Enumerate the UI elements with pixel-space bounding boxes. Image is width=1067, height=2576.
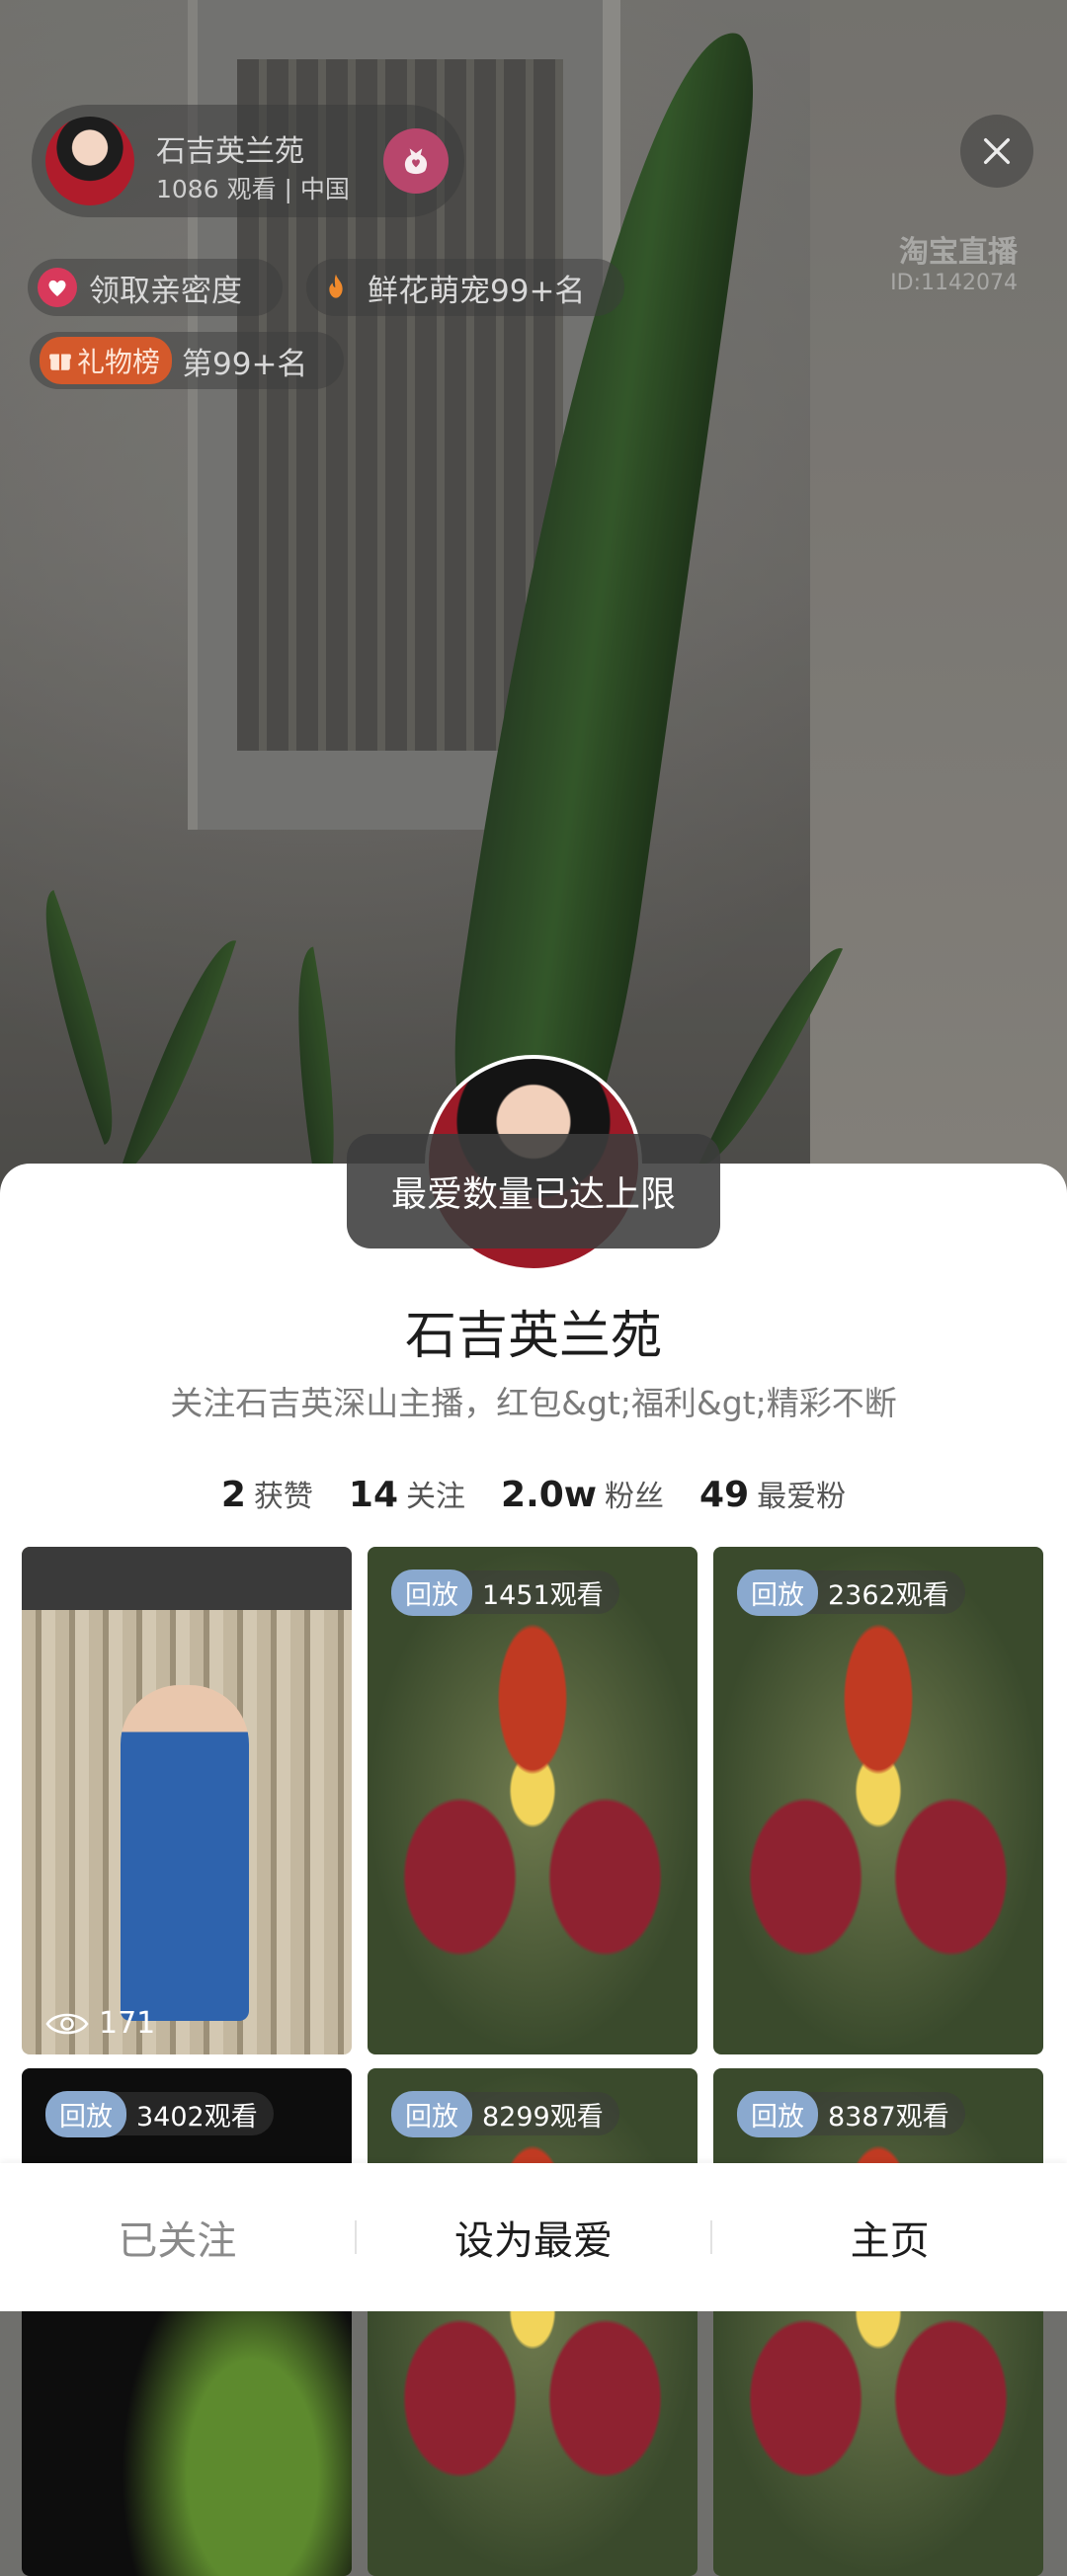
replay-tile[interactable]: 回放 8387观看 — [713, 2068, 1043, 2576]
gift-rank-label: 第99+名 — [182, 346, 308, 382]
replay-tile[interactable]: 回放 1451观看 — [368, 1547, 698, 2054]
taobao-live-watermark: 淘宝直播 ID:1142074 — [869, 227, 1018, 295]
replay-tag: 回放 — [391, 2090, 472, 2137]
heart-icon — [38, 268, 77, 307]
stat-likes[interactable]: 2 获赞 — [221, 1472, 313, 1515]
replay-badge: 回放 8387观看 — [737, 2090, 965, 2137]
host-info-pill[interactable]: 石吉英兰苑 1086 观看 | 中国 — [32, 105, 464, 217]
replay-tag: 回放 — [737, 1569, 818, 1616]
close-button[interactable] — [960, 115, 1033, 188]
replay-views: 8387观看 — [828, 2101, 949, 2133]
host-avatar[interactable] — [45, 117, 134, 205]
intimacy-chip[interactable]: 领取亲密度 — [28, 259, 283, 316]
watermark-id: ID:1142074 — [890, 271, 1018, 295]
video-tile[interactable]: 171 — [22, 1547, 352, 2054]
gift-tag-label: 礼物榜 — [77, 346, 161, 378]
stat-number: 49 — [699, 1475, 750, 1515]
replay-tag: 回放 — [737, 2090, 818, 2137]
ranking-chip[interactable]: 鲜花萌宠99+名 — [306, 259, 624, 316]
replay-views: 1451观看 — [482, 1579, 604, 1611]
replay-tile[interactable]: 回放 8299观看 — [368, 2068, 698, 2576]
replay-views: 2362观看 — [828, 1579, 949, 1611]
stat-label: 关注 — [406, 1480, 466, 1514]
replay-badge: 回放 2362观看 — [737, 1569, 965, 1616]
replay-tile[interactable]: 回放 2362观看 — [713, 1547, 1043, 2054]
replay-views: 8299观看 — [482, 2101, 604, 2133]
homepage-button[interactable]: 主页 — [712, 2209, 1067, 2266]
stat-number: 2 — [220, 1475, 246, 1515]
host-name: 石吉英兰苑 — [156, 134, 304, 169]
gift-ranking-chip[interactable]: 礼物榜 第99+名 — [30, 332, 344, 389]
eye-icon — [45, 2013, 89, 2034]
orchid-thumbnail — [22, 2068, 352, 2576]
profile-bio: 关注石吉英深山主播，红包&gt;福利&gt;精彩不断 — [170, 1384, 897, 1422]
video-thumbnail-person — [121, 1685, 249, 2021]
orchid-thumbnail — [368, 2068, 698, 2576]
replay-badge: 回放 8299观看 — [391, 2090, 619, 2137]
stat-following[interactable]: 14 关注 — [349, 1472, 465, 1515]
replay-badge: 回放 1451观看 — [391, 1569, 619, 1616]
stat-number: 2.0w — [501, 1475, 598, 1515]
replay-views: 3402观看 — [136, 2101, 258, 2133]
profile-stats: 2 获赞 14 关注 2.0w 粉丝 49 最爱粉 — [0, 1472, 1067, 1515]
heart-bag-icon — [404, 148, 428, 175]
view-count-value: 171 — [99, 2006, 156, 2041]
replay-badge: 回放 3402观看 — [45, 2090, 274, 2137]
followed-button[interactable]: 已关注 — [0, 2209, 355, 2266]
close-icon — [983, 137, 1011, 165]
stat-number: 14 — [348, 1475, 399, 1515]
watermark-brand: 淘宝直播 — [899, 235, 1018, 270]
profile-name: 石吉英兰苑 — [404, 1307, 662, 1366]
gift-icon — [49, 354, 71, 370]
intimacy-label: 领取亲密度 — [89, 273, 242, 309]
meta-separator: | — [284, 175, 292, 203]
replay-tag: 回放 — [391, 1569, 472, 1616]
toast-message: 最爱数量已达上限 — [347, 1134, 720, 1248]
viewer-count: 1086 观看 — [156, 175, 277, 203]
orchid-thumbnail — [713, 1547, 1043, 2054]
stat-label: 最爱粉 — [757, 1480, 847, 1514]
stat-fans[interactable]: 2.0w 粉丝 — [501, 1472, 664, 1515]
replay-tile[interactable]: 回放 3402观看 — [22, 2068, 352, 2576]
ranking-label: 鲜花萌宠99+名 — [368, 273, 586, 309]
set-favorite-button[interactable]: 设为最爱 — [357, 2209, 711, 2266]
gift-tag: 礼物榜 — [40, 337, 173, 384]
host-meta: 1086 观看 | 中国 — [156, 170, 350, 205]
view-count: 171 — [45, 2006, 155, 2041]
orchid-thumbnail — [713, 2068, 1043, 2576]
action-bar: 已关注 设为最爱 主页 — [0, 2163, 1067, 2311]
favorite-button[interactable] — [383, 128, 449, 194]
stat-label: 粉丝 — [605, 1480, 665, 1514]
flame-icon — [316, 268, 356, 307]
replay-tag: 回放 — [45, 2090, 126, 2137]
stat-favorite-fans[interactable]: 49 最爱粉 — [699, 1472, 846, 1515]
stat-label: 获赞 — [253, 1480, 313, 1514]
orchid-thumbnail — [368, 1547, 698, 2054]
host-location: 中国 — [299, 175, 350, 203]
